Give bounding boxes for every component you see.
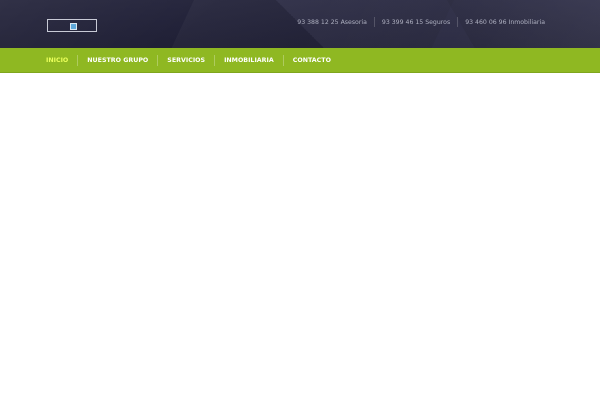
logo-icon bbox=[70, 23, 77, 30]
nav-item-nuestro-grupo[interactable]: NUESTRO GRUPO bbox=[78, 57, 157, 64]
page-content bbox=[0, 73, 600, 400]
nav-item-inmobiliaria[interactable]: INMOBILIARIA bbox=[215, 57, 283, 64]
nav-item-inicio[interactable]: INICIO bbox=[46, 57, 77, 64]
phone-seguros[interactable]: 93 399 46 15 Seguros bbox=[375, 18, 457, 27]
phone-inmobiliaria[interactable]: 93 460 06 96 Inmobiliaria bbox=[458, 18, 552, 27]
nav-item-contacto[interactable]: CONTACTO bbox=[284, 57, 340, 64]
main-navigation: INICIO NUESTRO GRUPO SERVICIOS INMOBILIA… bbox=[0, 48, 600, 73]
phone-asesoria[interactable]: 93 388 12 25 Asesoria bbox=[290, 18, 374, 27]
site-logo[interactable] bbox=[47, 19, 97, 32]
site-header: 93 388 12 25 Asesoria 93 399 46 15 Segur… bbox=[0, 0, 600, 48]
nav-menu: INICIO NUESTRO GRUPO SERVICIOS INMOBILIA… bbox=[46, 48, 340, 73]
phone-list: 93 388 12 25 Asesoria 93 399 46 15 Segur… bbox=[290, 17, 552, 27]
nav-item-servicios[interactable]: SERVICIOS bbox=[158, 57, 214, 64]
